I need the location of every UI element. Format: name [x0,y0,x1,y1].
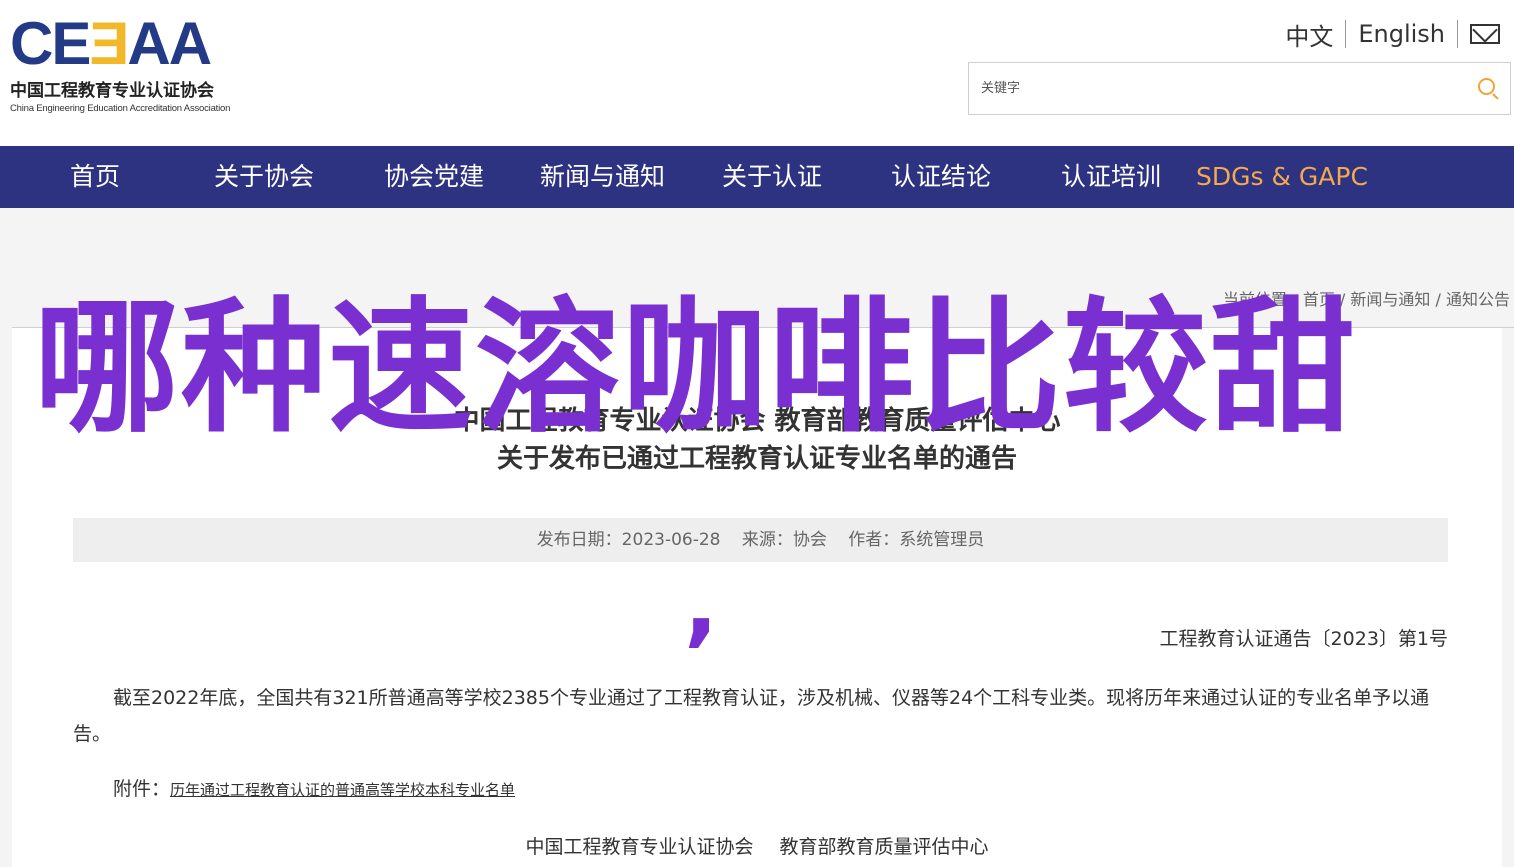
breadcrumb-notices[interactable]: 通知公告 [1446,290,1510,309]
lang-chinese-link[interactable]: 中文 [1285,17,1333,52]
site-header: CEƎAA 中国工程教育专业认证协会 China Engineering Edu… [0,0,1514,146]
language-switcher: 中文 English [1285,16,1500,52]
main-nav: 首页 关于协会 协会党建 新闻与通知 关于认证 认证结论 认证培训 SDGs &… [0,146,1514,208]
article-title-line-2: 关于发布已通过工程教育认证专业名单的通告 [496,444,1017,474]
breadcrumb-prefix: 当前位置： [1222,290,1303,309]
logo-mark: CEƎAA [10,10,212,77]
breadcrumb-news[interactable]: 新闻与通知 [1350,290,1430,309]
nav-item-accreditation[interactable]: 关于认证 [722,146,822,208]
search-icon[interactable] [1476,76,1500,100]
breadcrumb: 当前位置：首页 / 新闻与通知 / 通知公告 [1222,290,1510,309]
document-number: 工程教育认证通告〔2023〕第1号 [1159,628,1448,650]
article-signature: 中国工程教育专业认证协会 教育部教育质量评估中心 [12,832,1502,859]
nav-item-about[interactable]: 关于协会 [214,146,314,208]
lang-divider [1345,20,1347,48]
article-paragraph: 截至2022年底，全国共有321所普通高等学校2385个专业通过了工程教育认证，… [73,687,1430,745]
nav-item-home[interactable]: 首页 [70,146,120,208]
lang-english-link[interactable]: English [1358,20,1445,48]
attachment-link[interactable]: 历年通过工程教育认证的普通高等学校本科专业名单 [170,781,515,799]
article-title-line-1: 中国工程教育专业认证协会 教育部教育质量评估中心 [453,406,1061,436]
attachment: 附件：历年通过工程教育认证的普通高等学校本科专业名单 [113,774,515,801]
attachment-label: 附件： [113,778,171,800]
article-source: 来源：协会 [741,530,827,550]
publish-date: 发布日期：2023-06-28 [536,530,721,550]
article-meta: 发布日期：2023-06-28 来源：协会 作者：系统管理员 [73,518,1448,562]
signature-ceeaa: 中国工程教育专业认证协会 [525,836,754,858]
article: 中国工程教育专业认证协会 教育部教育质量评估中心 关于发布已通过工程教育认证专业… [12,328,1502,867]
breadcrumb-home[interactable]: 首页 [1303,290,1335,309]
nav-item-sdgs-gapc[interactable]: SDGs & GAPC [1196,146,1368,208]
search-input[interactable] [969,63,1449,114]
logo-english-name: China Engineering Education Accreditatio… [10,103,231,114]
mail-icon[interactable] [1470,24,1500,44]
lang-divider [1457,20,1458,48]
site-logo[interactable]: CEƎAA 中国工程教育专业认证协会 China Engineering Edu… [10,10,266,115]
logo-chinese-name: 中国工程教育专业认证协会 [10,81,214,101]
main-content: 当前位置：首页 / 新闻与通知 / 通知公告 中国工程教育专业认证协会 教育部教… [0,208,1514,867]
nav-item-conclusions[interactable]: 认证结论 [891,146,991,208]
search-box [968,62,1511,115]
overlay-comma: , [684,552,719,657]
nav-item-party[interactable]: 协会党建 [384,146,484,208]
signature-moe-center: 教育部教育质量评估中心 [779,836,989,858]
nav-item-training[interactable]: 认证培训 [1061,146,1161,208]
nav-item-news[interactable]: 新闻与通知 [540,146,665,208]
article-author: 作者：系统管理员 [848,530,985,550]
